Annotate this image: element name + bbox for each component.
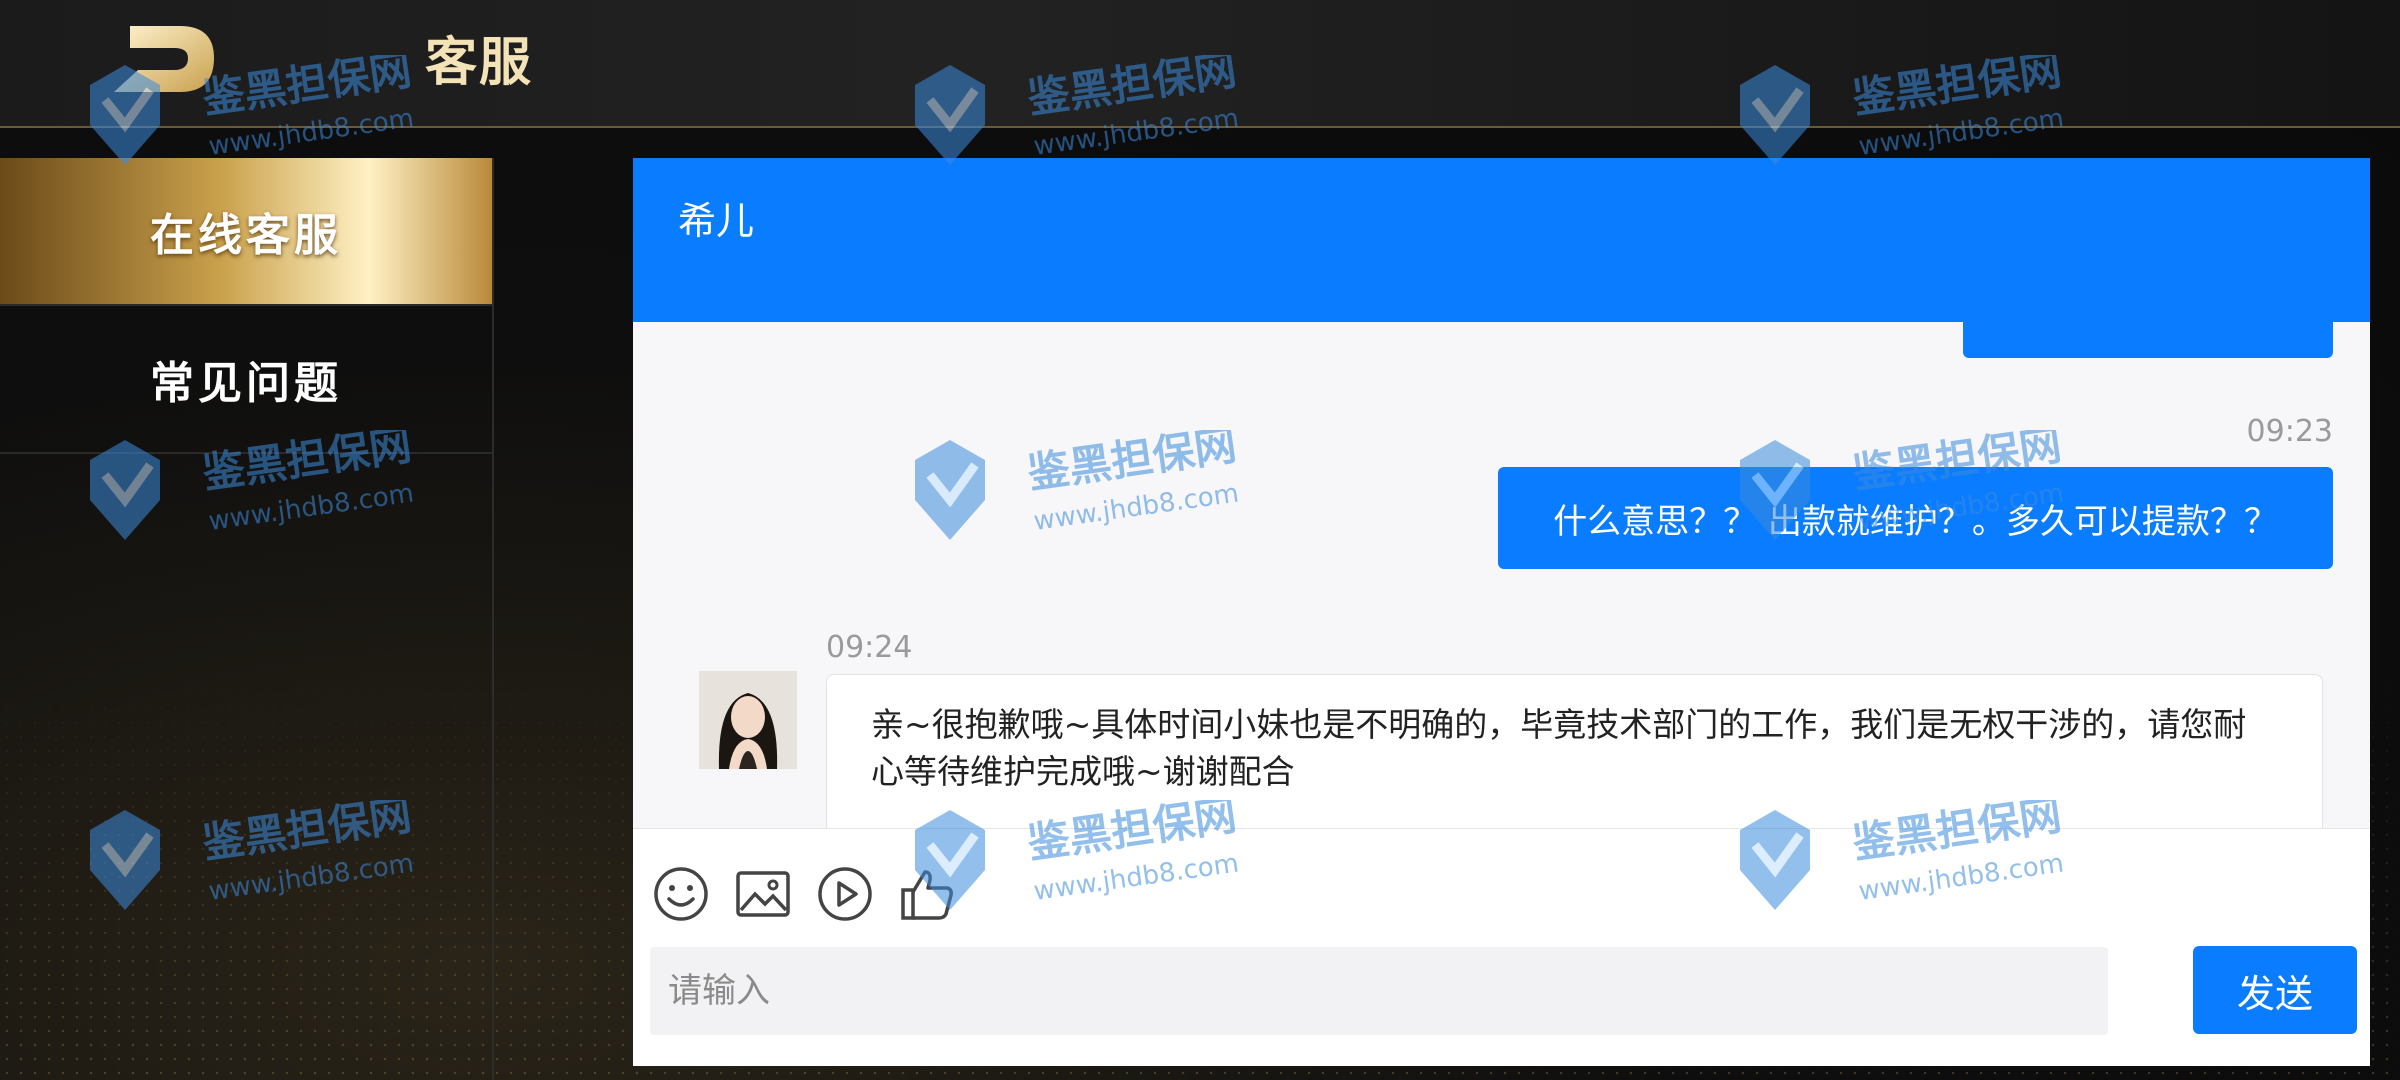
composer: 发送 [633, 828, 2370, 1066]
send-button[interactable]: 发送 [2193, 946, 2357, 1034]
sidebar: 在线客服 常见问题 [0, 158, 494, 1080]
message-list[interactable]: 09:23 什么意思？？ 出款就维护？。多久可以提款？？ 09:24 亲~很抱歉… [633, 322, 2370, 828]
top-bar: 客服 [0, 0, 2400, 128]
app-logo [114, 26, 214, 92]
message-bubble-outgoing-partial [1963, 322, 2333, 358]
sidebar-item-faq[interactable]: 常见问题 [0, 306, 492, 454]
smile-icon[interactable] [651, 864, 711, 924]
message-bubble-incoming: 亲~很抱歉哦~具体时间小妹也是不明确的，毕竟技术部门的工作，我们是无权干涉的，请… [826, 674, 2323, 828]
message-time: 09:23 [2246, 414, 2333, 449]
message-bubble-outgoing: 什么意思？？ 出款就维护？。多久可以提款？？ [1498, 467, 2333, 569]
chat-panel: 希儿 09:23 什么意思？？ 出款就维护？。多久可以提款？？ 09:24 亲~… [633, 158, 2370, 1066]
message-time: 09:24 [826, 630, 913, 665]
thumbs-up-icon[interactable] [897, 864, 957, 924]
page-title: 客服 [425, 33, 534, 93]
agent-name: 希儿 [678, 199, 755, 243]
chat-header: 希儿 [633, 158, 2370, 322]
agent-avatar [699, 671, 797, 769]
image-icon[interactable] [733, 864, 793, 924]
message-input[interactable] [650, 947, 2108, 1035]
play-icon[interactable] [815, 864, 875, 924]
sidebar-item-online-service[interactable]: 在线客服 [0, 158, 492, 306]
